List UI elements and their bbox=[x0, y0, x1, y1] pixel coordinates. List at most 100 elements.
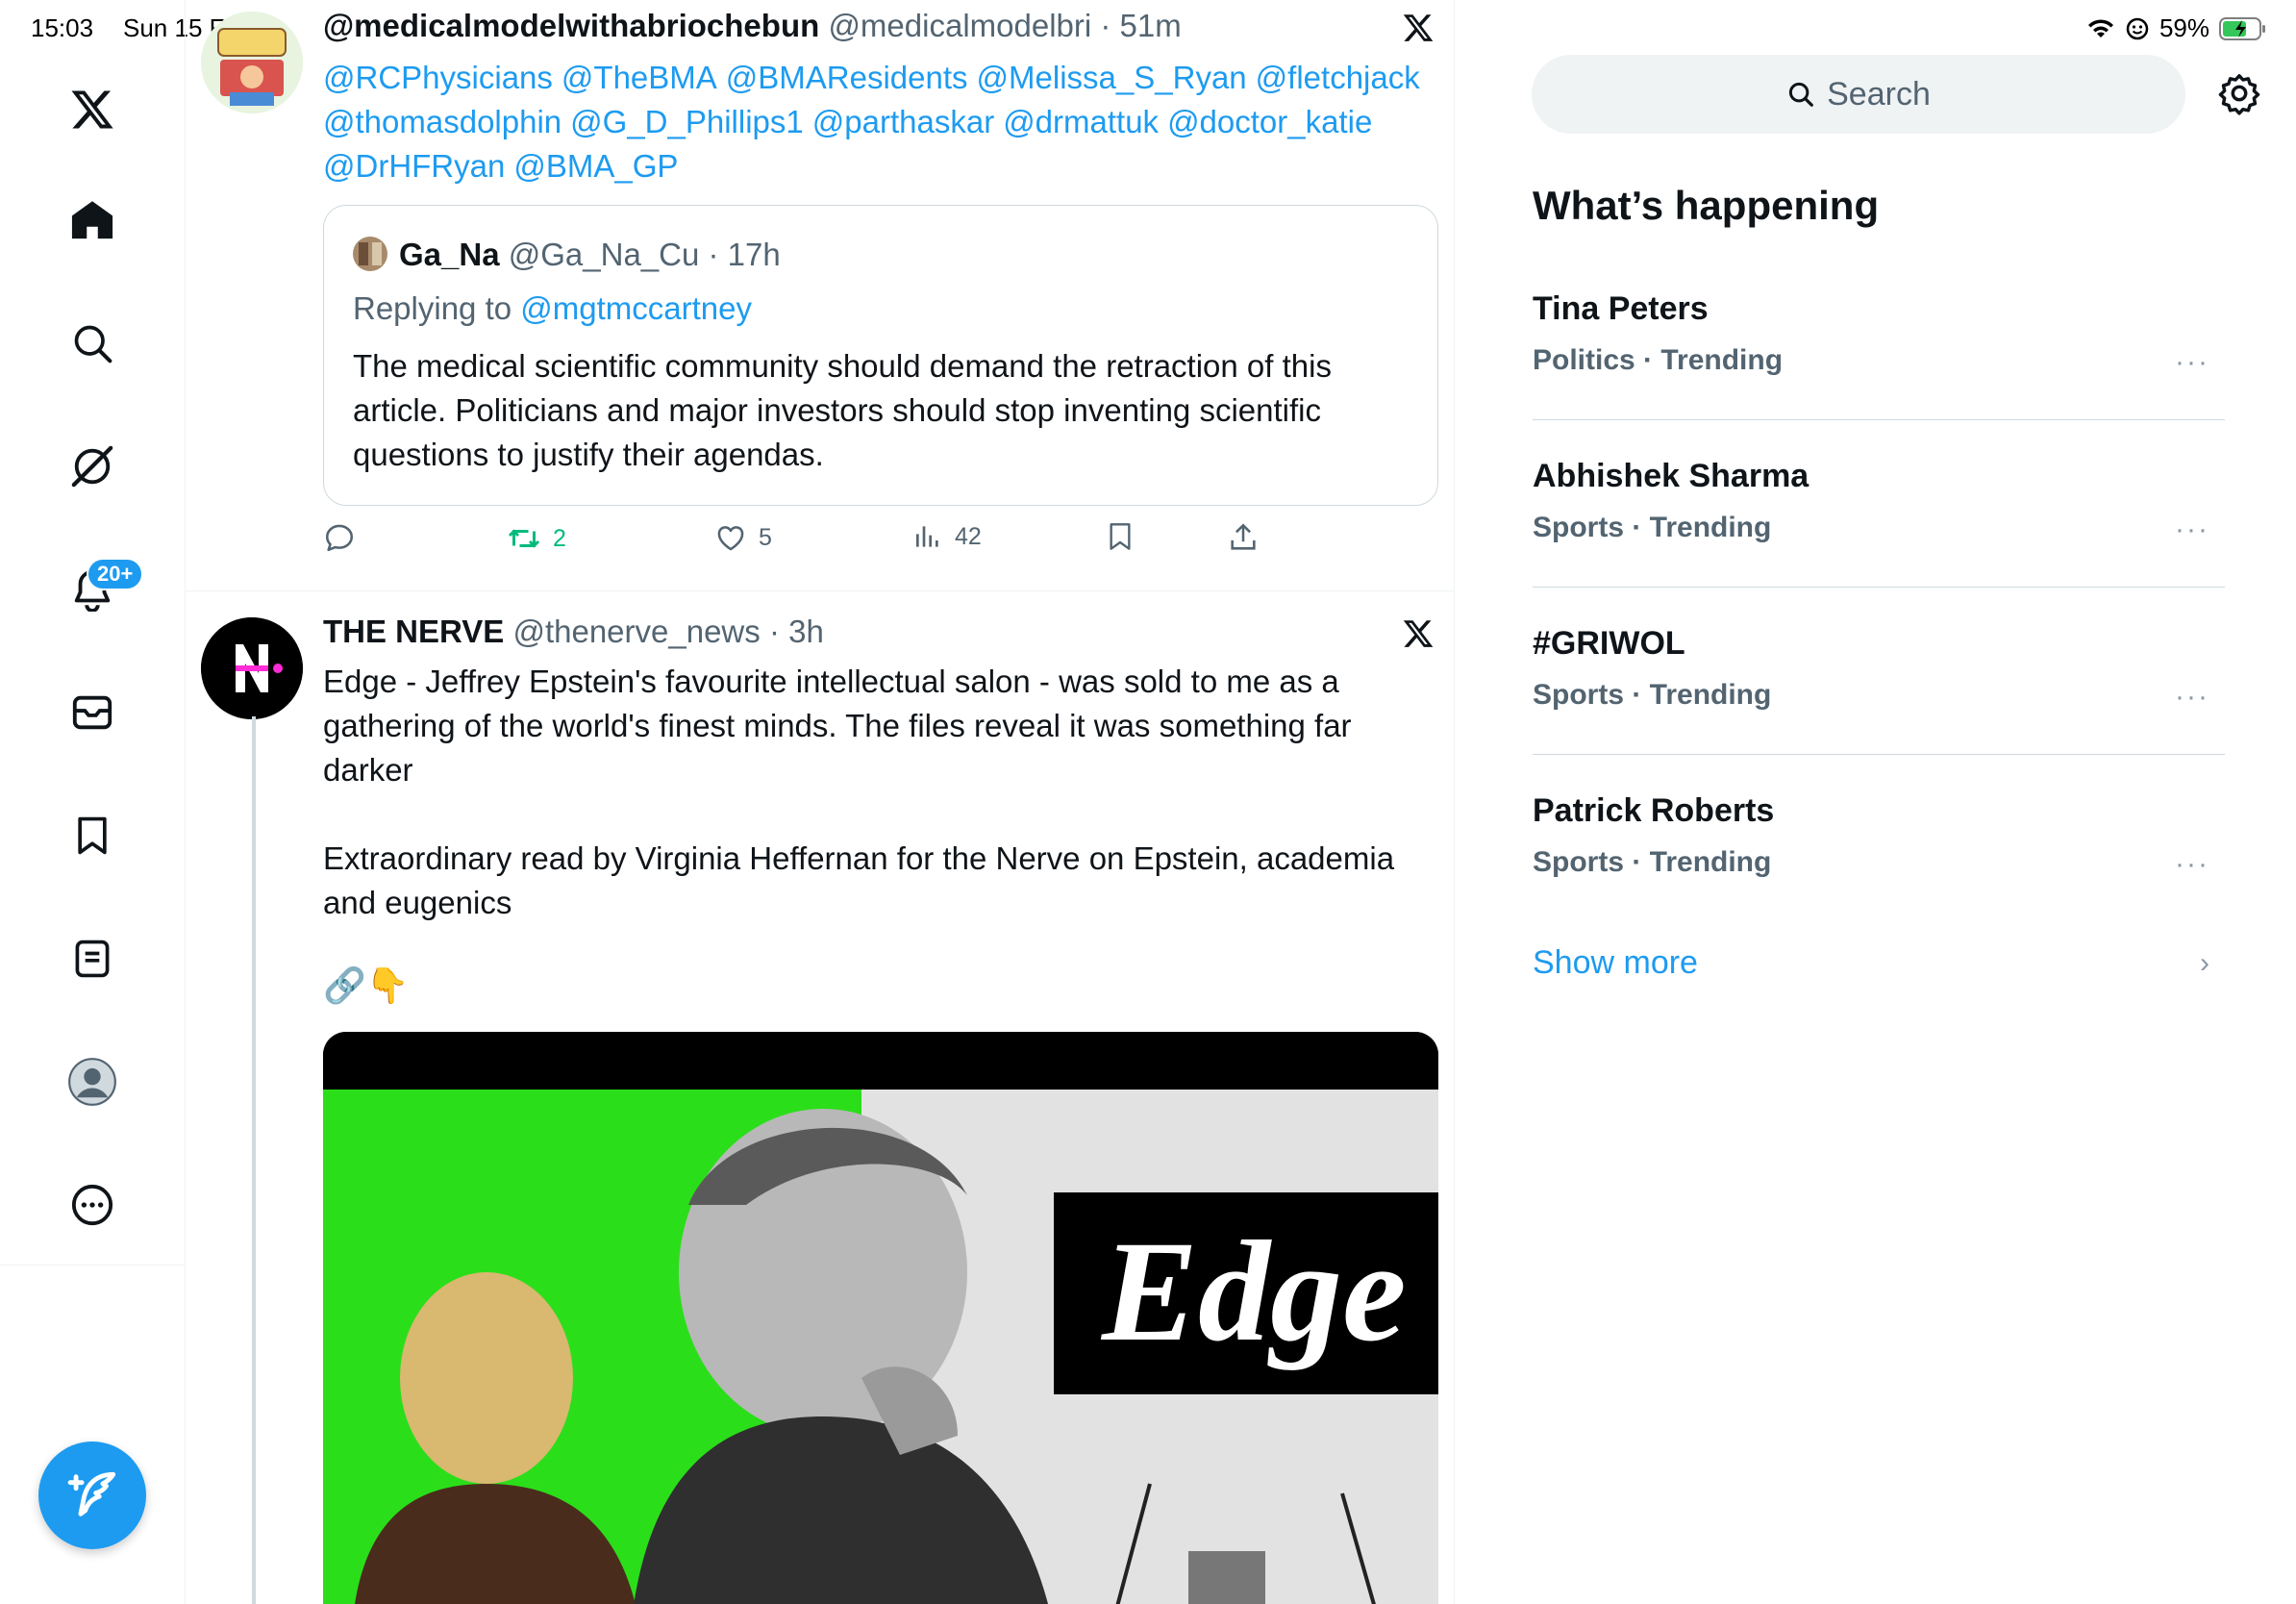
quote-text: The medical scientific community should … bbox=[353, 348, 1332, 472]
quote-replying-to: Replying to @mgtmccartney bbox=[353, 290, 752, 327]
rail-divider bbox=[0, 1265, 186, 1266]
quote-author-name: Ga_Na bbox=[399, 237, 500, 272]
thread-line bbox=[252, 716, 256, 1604]
views-icon bbox=[916, 526, 938, 547]
mention-link[interactable]: @BMA_GP bbox=[513, 148, 678, 184]
mention-link[interactable]: @parthaskar bbox=[812, 104, 994, 139]
trend-item[interactable]: Tina Peters Politics · Trending ··· bbox=[1533, 290, 2225, 458]
trend-item[interactable]: Abhishek Sharma Sports · Trending ··· bbox=[1533, 458, 2225, 625]
grok-icon[interactable] bbox=[62, 436, 123, 497]
replying-to-link[interactable]: @mgtmccartney bbox=[520, 290, 752, 326]
quote-author-handle: @Ga_Na_Cu bbox=[508, 237, 700, 272]
tweet-text-paragraph: Edge - Jeffrey Epstein's favourite intel… bbox=[323, 664, 1352, 788]
search-icon bbox=[1789, 82, 1813, 107]
author-handle[interactable]: @medicalmodelbri bbox=[828, 8, 1091, 43]
media-edge-word: Edge bbox=[1100, 1212, 1407, 1371]
tweet-time[interactable]: · 3h bbox=[769, 614, 824, 649]
quoted-tweet[interactable]: Ga_Na @Ga_Na_Cu · 17h Replying to @mgtmc… bbox=[323, 205, 1438, 506]
tweet-text: Edge - Jeffrey Epstein's favourite intel… bbox=[323, 660, 1443, 925]
trend-name: #GRIWOL bbox=[1533, 625, 1685, 662]
gear-icon[interactable] bbox=[2217, 71, 2261, 120]
more-icon[interactable]: ··· bbox=[2175, 848, 2209, 881]
mention-link[interactable]: @G_D_Phillips1 bbox=[570, 104, 804, 139]
tweet-avatar[interactable] bbox=[201, 617, 303, 719]
tweet-avatar[interactable] bbox=[201, 12, 303, 113]
more-icon[interactable] bbox=[62, 1174, 123, 1236]
bookmark-button[interactable] bbox=[1105, 521, 1136, 552]
retweet-count: 2 bbox=[553, 524, 566, 552]
battery-percent: 59% bbox=[2159, 13, 2209, 42]
author-handle[interactable]: @thenerve_news bbox=[512, 614, 760, 649]
trend-name: Tina Peters bbox=[1533, 290, 1709, 327]
mention-link[interactable]: @fletchjack bbox=[1256, 60, 1420, 95]
reply-button[interactable] bbox=[323, 521, 356, 554]
like-icon bbox=[717, 526, 744, 551]
quote-time: · 17h bbox=[708, 237, 781, 272]
mention-link[interactable]: @BMAResidents bbox=[726, 60, 968, 95]
trend-item[interactable]: #GRIWOL Sports · Trending ··· bbox=[1533, 625, 2225, 792]
views-button[interactable]: 42 bbox=[912, 521, 982, 552]
views-count: 42 bbox=[955, 522, 982, 550]
avatar-icon[interactable] bbox=[62, 1051, 123, 1113]
trend-meta: Sports · Trending bbox=[1533, 846, 1772, 878]
author-name[interactable]: THE NERVE bbox=[323, 614, 504, 649]
replying-label: Replying to bbox=[353, 290, 512, 326]
mention-link[interactable]: @thomasdolphin bbox=[323, 104, 562, 139]
more-icon[interactable]: ··· bbox=[2175, 681, 2209, 714]
timeline: @medicalmodelwithabriochebun @medicalmod… bbox=[186, 0, 1455, 1604]
media-illustration: Edge bbox=[323, 1032, 1438, 1604]
tweet-media-image[interactable]: Edge bbox=[323, 1032, 1438, 1604]
tweet-emoji: 🔗👇 bbox=[323, 965, 410, 1005]
more-icon[interactable]: ··· bbox=[2175, 514, 2209, 546]
mention-link[interactable]: @TheBMA bbox=[562, 60, 717, 95]
search-icon[interactable] bbox=[62, 313, 123, 374]
mail-icon[interactable] bbox=[62, 682, 123, 743]
quote-avatar bbox=[353, 237, 387, 271]
reply-icon bbox=[325, 524, 354, 552]
retweet-icon bbox=[508, 529, 540, 548]
search-input[interactable]: Search bbox=[1532, 55, 2185, 134]
share-button[interactable] bbox=[1227, 521, 1260, 554]
quote-header: Ga_Na @Ga_Na_Cu · 17h bbox=[399, 237, 781, 273]
wifi-icon bbox=[2087, 18, 2113, 38]
author-name[interactable]: @medicalmodelwithabriochebun bbox=[323, 8, 819, 43]
trend-divider bbox=[1533, 419, 2225, 420]
section-title: What’s happening bbox=[1533, 183, 1880, 228]
status-indicators: 59% bbox=[2086, 13, 2267, 43]
more-icon[interactable]: ··· bbox=[2175, 346, 2209, 379]
home-icon[interactable] bbox=[62, 189, 123, 251]
x-logo-icon[interactable] bbox=[62, 79, 123, 140]
battery-icon bbox=[2219, 16, 2265, 40]
x-logo-icon bbox=[1402, 12, 1435, 49]
search-placeholder: Search bbox=[1827, 75, 1931, 113]
mention-link[interactable]: @RCPhysicians bbox=[323, 60, 553, 95]
compose-button[interactable] bbox=[38, 1441, 146, 1549]
mention-link[interactable]: @DrHFRyan bbox=[323, 148, 505, 184]
mention-link[interactable]: @Melissa_S_Ryan bbox=[977, 60, 1247, 95]
trend-meta: Politics · Trending bbox=[1533, 344, 1784, 376]
nav-rail: 20+ bbox=[0, 0, 186, 1604]
trend-name: Patrick Roberts bbox=[1533, 792, 1775, 829]
chevron-right-icon[interactable]: › bbox=[2200, 947, 2209, 980]
bookmark-icon bbox=[1110, 523, 1131, 550]
retweet-button[interactable]: 2 bbox=[507, 521, 566, 556]
list-icon[interactable] bbox=[62, 928, 123, 990]
notifications-badge: 20+ bbox=[87, 558, 144, 590]
trend-item[interactable]: Patrick Roberts Sports · Trending ··· bbox=[1533, 792, 2225, 960]
mention-link[interactable]: @doctor_katie bbox=[1167, 104, 1372, 139]
x-logo-icon bbox=[1402, 617, 1435, 655]
tweet-text-paragraph: Extraordinary read by Virginia Heffernan… bbox=[323, 840, 1395, 920]
like-button[interactable]: 5 bbox=[714, 521, 772, 554]
mention-link[interactable]: @drmattuk bbox=[1003, 104, 1159, 139]
trend-meta: Sports · Trending bbox=[1533, 512, 1772, 543]
focus-icon bbox=[2126, 17, 2149, 39]
tweet-actions: 2 5 42 bbox=[186, 521, 1454, 569]
tweet-divider bbox=[186, 590, 1454, 591]
trend-divider bbox=[1533, 587, 2225, 588]
tweet-time[interactable]: · 51m bbox=[1100, 8, 1181, 43]
compose-icon bbox=[67, 1471, 116, 1516]
trend-meta: Sports · Trending bbox=[1533, 679, 1772, 711]
show-more-link[interactable]: Show more bbox=[1533, 944, 1698, 982]
bookmark-icon[interactable] bbox=[62, 805, 123, 866]
trend-name: Abhishek Sharma bbox=[1533, 458, 1809, 494]
